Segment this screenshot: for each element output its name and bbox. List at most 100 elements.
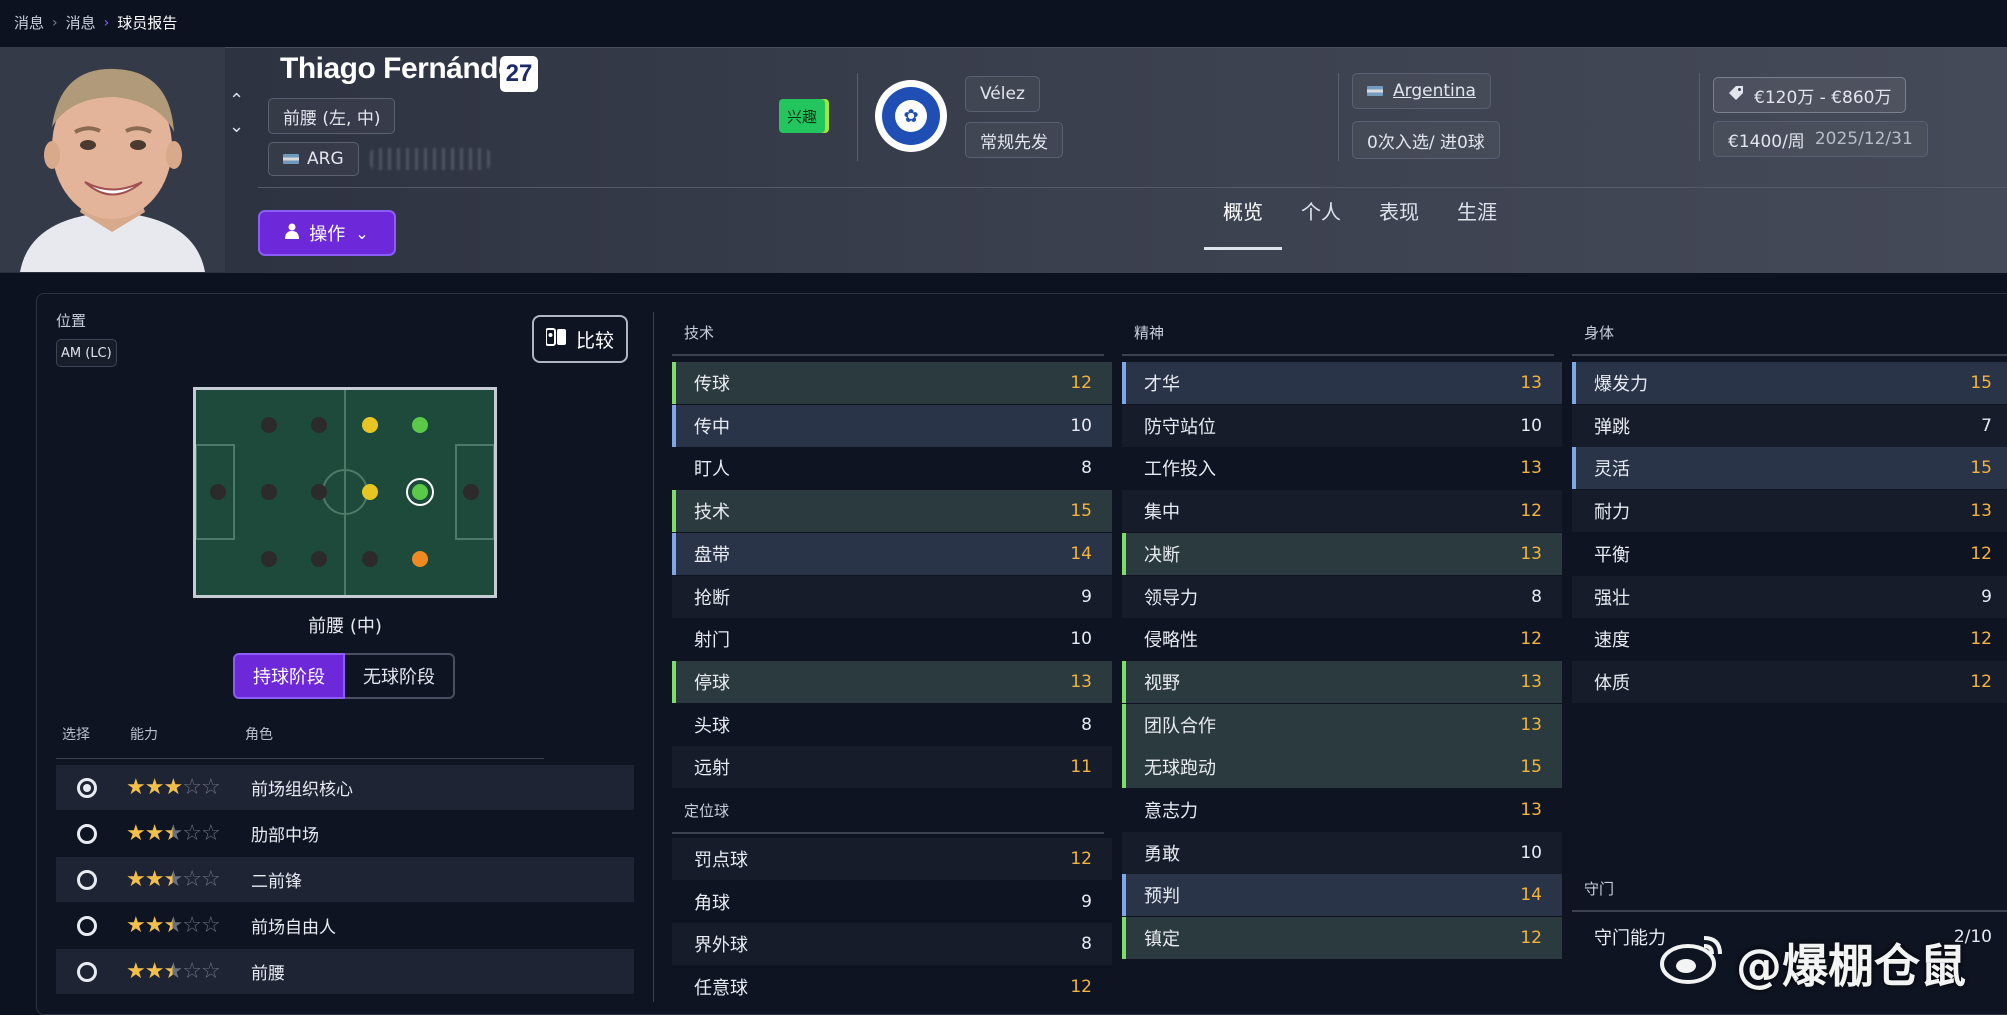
attribute-name: 防守站位 bbox=[1144, 416, 1216, 438]
attribute-value: 12 bbox=[1970, 629, 1992, 650]
in-possession-tab[interactable]: 持球阶段 bbox=[233, 653, 345, 699]
interest-badge[interactable]: 兴趣 bbox=[779, 99, 825, 133]
attribute-value: 13 bbox=[1520, 458, 1542, 479]
attribute-value: 15 bbox=[1970, 458, 1992, 479]
attribute-name: 领导力 bbox=[1144, 587, 1198, 609]
compare-label: 比较 bbox=[575, 329, 614, 352]
attribute-value: 12 bbox=[1070, 977, 1092, 998]
section-title-technical: 技术 bbox=[684, 324, 715, 342]
ability-stars: ★★★☆☆ bbox=[126, 775, 221, 800]
attribute-value: 10 bbox=[1070, 629, 1092, 650]
shirt-number: 27 bbox=[500, 56, 538, 92]
tab-overview[interactable]: 概览 bbox=[1204, 196, 1282, 250]
col-role: 角色 bbox=[245, 727, 273, 743]
attribute-row: 强壮 9 bbox=[1572, 575, 2007, 618]
attribute-row: 集中 12 bbox=[1122, 490, 1562, 533]
attribute-name: 角球 bbox=[694, 892, 730, 914]
attribute-row: 头球 8 bbox=[672, 704, 1112, 746]
attribute-value: 15 bbox=[1970, 373, 1992, 393]
role-radio[interactable] bbox=[77, 915, 97, 936]
attribute-row: 传中 10 bbox=[672, 404, 1112, 447]
tab-performance[interactable]: 表现 bbox=[1360, 196, 1438, 250]
attribute-row: 平衡 12 bbox=[1572, 533, 2007, 575]
attribute-row: 领导力 8 bbox=[1122, 575, 1562, 618]
value-range: €120万 - €860万 bbox=[1754, 87, 1892, 108]
compare-button[interactable]: 比较 bbox=[532, 315, 628, 363]
attribute-value: 12 bbox=[1970, 543, 1992, 564]
position-code-chip: AM (LC) bbox=[56, 339, 117, 367]
attribute-row: 无球跑动 15 bbox=[1122, 746, 1562, 789]
attribute-name: 才华 bbox=[1144, 374, 1180, 395]
attribute-name: 盘带 bbox=[694, 544, 730, 566]
role-row[interactable]: ★★★☆☆ 前场组织核心 bbox=[56, 765, 634, 810]
role-row[interactable]: ★★★☆☆ 前腰 bbox=[56, 949, 634, 994]
attribute-value: 8 bbox=[1081, 458, 1092, 479]
flag-icon bbox=[283, 154, 299, 164]
attribute-name: 技术 bbox=[694, 502, 730, 524]
position-label: 位置 bbox=[56, 312, 87, 330]
tab-career[interactable]: 生涯 bbox=[1438, 196, 1516, 250]
attribute-name: 罚点球 bbox=[694, 850, 748, 871]
divider bbox=[672, 354, 1104, 356]
attribute-name: 体质 bbox=[1594, 672, 1630, 694]
tag-icon bbox=[1728, 85, 1744, 106]
role-radio[interactable] bbox=[77, 823, 97, 844]
breadcrumb-item[interactable]: 消息 bbox=[14, 12, 44, 33]
attribute-row: 团队合作 13 bbox=[1122, 703, 1562, 746]
attribute-row: 镇定 12 bbox=[1122, 917, 1562, 960]
breadcrumb-current: 球员报告 bbox=[117, 14, 178, 32]
club-name-chip[interactable]: Vélez bbox=[965, 76, 1040, 112]
attribute-value: 10 bbox=[1520, 415, 1542, 436]
attribute-row: 弹跳 7 bbox=[1572, 404, 2007, 447]
attribute-row: 视野 13 bbox=[1122, 660, 1562, 703]
attribute-name: 头球 bbox=[694, 715, 730, 737]
attribute-name: 无球跑动 bbox=[1144, 758, 1216, 780]
role-radio[interactable] bbox=[77, 961, 97, 982]
attribute-row: 侵略性 12 bbox=[1122, 618, 1562, 660]
country-link[interactable]: Argentina bbox=[1393, 81, 1476, 101]
role-name: 肋部中场 bbox=[251, 826, 319, 846]
attribute-value: 7 bbox=[1981, 415, 1992, 436]
position-pitch bbox=[193, 387, 497, 598]
phase-toggle: 持球阶段 无球阶段 bbox=[233, 653, 455, 699]
attribute-value: 10 bbox=[1520, 842, 1542, 863]
value-chip[interactable]: €120万 - €860万 bbox=[1713, 77, 1907, 113]
role-radio[interactable] bbox=[77, 777, 97, 798]
attribute-name: 灵活 bbox=[1594, 459, 1630, 481]
attribute-row: 爆发力 15 bbox=[1572, 362, 2007, 404]
contract-expiry: 2025/12/31 bbox=[1814, 129, 1913, 149]
attribute-name: 远射 bbox=[694, 758, 730, 780]
chevron-right-icon: › bbox=[103, 14, 110, 31]
action-button[interactable]: 操作 ⌄ bbox=[258, 210, 396, 256]
chevron-up-icon[interactable]: ⌃ bbox=[229, 90, 244, 111]
attribute-name: 传中 bbox=[694, 416, 730, 438]
attribute-name: 平衡 bbox=[1594, 544, 1630, 566]
role-radio[interactable] bbox=[77, 869, 97, 890]
ability-stars: ★★★☆☆ bbox=[126, 821, 221, 846]
attribute-row: 传球 12 bbox=[672, 362, 1112, 404]
section-title-mental: 精神 bbox=[1134, 324, 1165, 342]
attribute-name: 抢断 bbox=[694, 587, 730, 609]
attribute-name: 侵略性 bbox=[1144, 630, 1198, 652]
divider bbox=[653, 312, 654, 1002]
out-of-possession-tab[interactable]: 无球阶段 bbox=[345, 653, 455, 699]
position-chip: 前腰 (左, 中) bbox=[268, 98, 396, 134]
breadcrumb: 消息 › 消息 › 球员报告 bbox=[14, 12, 177, 33]
attribute-row: 盯人 8 bbox=[672, 447, 1112, 489]
nation-chip[interactable]: ARG bbox=[268, 142, 359, 176]
compare-icon bbox=[544, 327, 566, 351]
attribute-value: 13 bbox=[1520, 671, 1542, 692]
role-row[interactable]: ★★★☆☆ 二前锋 bbox=[56, 857, 634, 902]
country-chip[interactable]: Argentina bbox=[1352, 73, 1491, 109]
chevron-down-icon[interactable]: ⌄ bbox=[229, 116, 244, 137]
club-logo[interactable]: ✿ bbox=[875, 80, 947, 152]
tab-personal[interactable]: 个人 bbox=[1282, 196, 1360, 250]
role-row[interactable]: ★★★☆☆ 肋部中场 bbox=[56, 811, 634, 856]
person-icon bbox=[285, 223, 300, 244]
attribute-row: 预判 14 bbox=[1122, 874, 1562, 917]
attribute-value: 9 bbox=[1081, 891, 1092, 912]
blurred-text bbox=[370, 148, 490, 170]
role-row[interactable]: ★★★☆☆ 前场自由人 bbox=[56, 903, 634, 948]
breadcrumb-item[interactable]: 消息 bbox=[66, 12, 96, 33]
attribute-row: 任意球 12 bbox=[672, 966, 1112, 1008]
